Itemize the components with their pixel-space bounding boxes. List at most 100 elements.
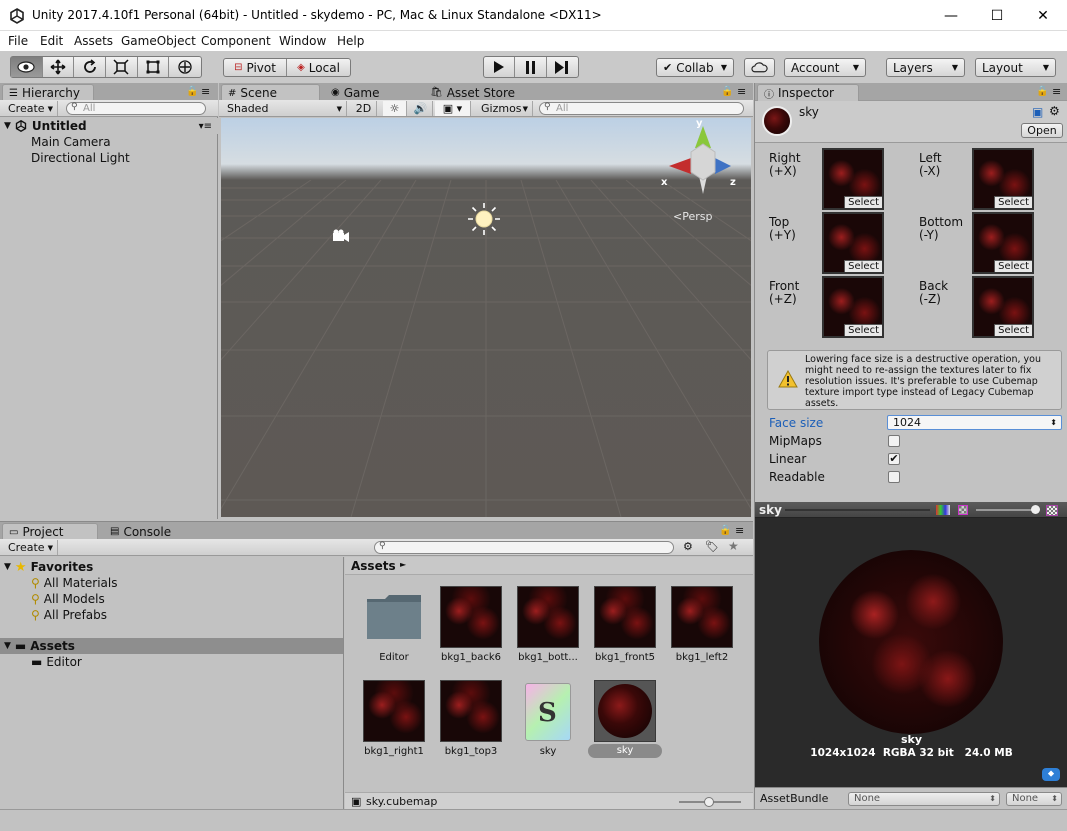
shading-mode-dropdown[interactable]: Shaded ▼ [223, 101, 347, 116]
breadcrumb-assets[interactable]: Assets [351, 559, 396, 573]
select-button[interactable]: Select [994, 196, 1032, 208]
expand-arrow-icon[interactable]: ▼ [4, 641, 11, 651]
select-button[interactable]: Select [994, 260, 1032, 272]
assetbundle-name-dropdown[interactable]: None ⬍ [848, 792, 1000, 806]
face-left-slot[interactable]: Select [972, 148, 1034, 210]
lock-icon[interactable]: 🔒 [186, 86, 198, 97]
gizmos-dropdown[interactable]: Gizmos ▼ [477, 101, 533, 116]
open-button[interactable]: Open [1021, 123, 1063, 138]
rotate-icon[interactable] [74, 57, 107, 77]
hierarchy-item-main-camera[interactable]: Main Camera [31, 134, 111, 150]
expand-arrow-icon[interactable]: ▼ [4, 121, 11, 131]
hierarchy-search-input[interactable]: ⚲ All [66, 102, 206, 115]
expand-arrow-icon[interactable]: ▼ [4, 562, 11, 572]
readable-checkbox[interactable] [888, 471, 900, 483]
menu-window[interactable]: Window [279, 34, 326, 48]
layers-button[interactable]: Layers ▼ [886, 58, 965, 77]
scene-orientation-gizmo[interactable]: y x z [661, 118, 741, 198]
panel-menu-icon[interactable]: ≡ [737, 85, 746, 98]
asset-tile-editor[interactable] [363, 586, 425, 648]
sun-light-icon[interactable] [467, 202, 501, 236]
folder-item-editor[interactable]: ▬ Editor [31, 654, 82, 670]
select-button[interactable]: Select [844, 196, 882, 208]
menu-assets[interactable]: Assets [74, 34, 113, 48]
minimize-button[interactable]: — [928, 0, 974, 31]
gear-icon[interactable]: ⚙ [1049, 104, 1060, 118]
search-by-label-icon[interactable]: 🏷 [705, 540, 719, 553]
face-back-slot[interactable]: Select [972, 276, 1034, 338]
alpha-channel-icon[interactable] [958, 505, 968, 515]
tab-inspector[interactable]: ⓘ Inspector [757, 84, 859, 101]
linear-checkbox[interactable]: ✔ [888, 453, 900, 465]
tab-project[interactable]: ▭ Project [2, 523, 98, 540]
hand-view-icon[interactable] [11, 57, 43, 77]
face-top-slot[interactable]: Select [822, 212, 884, 274]
collab-button[interactable]: ✔ Collab ▼ [656, 58, 734, 77]
pause-button[interactable] [515, 57, 547, 77]
asset-tile-bkg1-left2[interactable] [671, 586, 733, 648]
menu-file[interactable]: File [8, 34, 28, 48]
face-bottom-slot[interactable]: Select [972, 212, 1034, 274]
pivot-button[interactable]: ⊟ Pivot [224, 59, 288, 76]
menu-help[interactable]: Help [337, 34, 364, 48]
project-create-button[interactable]: Create ▼ [4, 540, 58, 555]
assetbundle-variant-dropdown[interactable]: None ⬍ [1006, 792, 1062, 806]
thumbnail-size-thumb[interactable] [704, 797, 714, 807]
menu-gameobject[interactable]: GameObject [121, 34, 196, 48]
project-search-input[interactable]: ⚲ [374, 541, 674, 554]
maximize-button[interactable]: ☐ [974, 0, 1020, 31]
account-button[interactable]: Account ▼ [784, 58, 866, 77]
select-button[interactable]: Select [844, 324, 882, 336]
audio-toggle-icon[interactable]: 🔊 [409, 101, 433, 116]
select-button[interactable]: Select [994, 324, 1032, 336]
hierarchy-create-button[interactable]: Create ▼ [4, 101, 58, 116]
projection-toggle[interactable]: <Persp [673, 210, 712, 223]
scene-row[interactable]: ▼ Untitled ▾≡ [0, 118, 218, 134]
search-by-type-icon[interactable]: ⚙ [683, 540, 693, 553]
favorites-row[interactable]: ▼ ★ Favorites [4, 559, 93, 575]
tab-asset-store[interactable]: 🛍 Asset Store [424, 84, 523, 101]
asset-tile-sky-cubemap[interactable] [594, 680, 656, 742]
mip-slider-thumb[interactable] [1031, 505, 1040, 514]
menu-edit[interactable]: Edit [40, 34, 63, 48]
favorite-item-all-models[interactable]: ⚲ All Models [31, 591, 105, 607]
favorite-item-all-materials[interactable]: ⚲ All Materials [31, 575, 118, 591]
checker-background-icon[interactable] [1046, 505, 1058, 516]
lock-icon[interactable]: 🔒 [721, 86, 733, 97]
lighting-toggle-icon[interactable]: ☼ [383, 101, 407, 116]
panel-menu-icon[interactable]: ≡ [1052, 85, 1061, 98]
asset-tile-bkg1-right1[interactable] [363, 680, 425, 742]
play-button[interactable] [484, 57, 516, 77]
rgb-channel-icon[interactable] [936, 505, 950, 515]
transform-icon[interactable] [169, 57, 201, 77]
label-tag-icon[interactable]: ⬥ [1042, 768, 1060, 781]
asset-tile-bkg1-front5[interactable] [594, 586, 656, 648]
tab-game[interactable]: ◉ Game [325, 84, 387, 101]
menu-component[interactable]: Component [201, 34, 271, 48]
rect-tool-icon[interactable] [138, 57, 170, 77]
hierarchy-item-directional-light[interactable]: Directional Light [31, 150, 130, 166]
favorite-item-all-prefabs[interactable]: ⚲ All Prefabs [31, 607, 107, 623]
asset-tile-bkg1-top3[interactable] [440, 680, 502, 742]
move-icon[interactable] [43, 57, 75, 77]
scene-search-input[interactable]: ⚲ All [539, 102, 744, 115]
effects-toggle-icon[interactable]: ▣ ▾ [435, 101, 471, 116]
scale-icon[interactable] [106, 57, 138, 77]
cloud-button[interactable] [744, 58, 775, 77]
lock-icon[interactable]: 🔒 [719, 525, 731, 536]
tab-hierarchy[interactable]: ☰ Hierarchy [2, 84, 94, 101]
assets-folder-row[interactable]: ▼ ▬ Assets [0, 638, 343, 654]
asset-tile-bkg1-bottom[interactable] [517, 586, 579, 648]
tab-console[interactable]: ▤ Console [104, 523, 179, 540]
panel-menu-icon[interactable]: ≡ [201, 85, 210, 98]
local-button[interactable]: ◈ Local [287, 59, 350, 76]
panel-menu-icon[interactable]: ≡ [735, 524, 744, 537]
asset-tile-sky-shader[interactable]: S [525, 683, 571, 741]
mipmaps-checkbox[interactable] [888, 435, 900, 447]
toggle-2d-button[interactable]: 2D [351, 101, 377, 116]
face-size-dropdown[interactable]: 1024 ⬍ [887, 415, 1062, 430]
tab-scene[interactable]: # Scene [221, 84, 320, 101]
favorite-star-icon[interactable]: ★ [728, 539, 739, 553]
mip-slider-track[interactable] [976, 509, 1038, 511]
camera-gizmo-icon[interactable] [331, 229, 351, 243]
